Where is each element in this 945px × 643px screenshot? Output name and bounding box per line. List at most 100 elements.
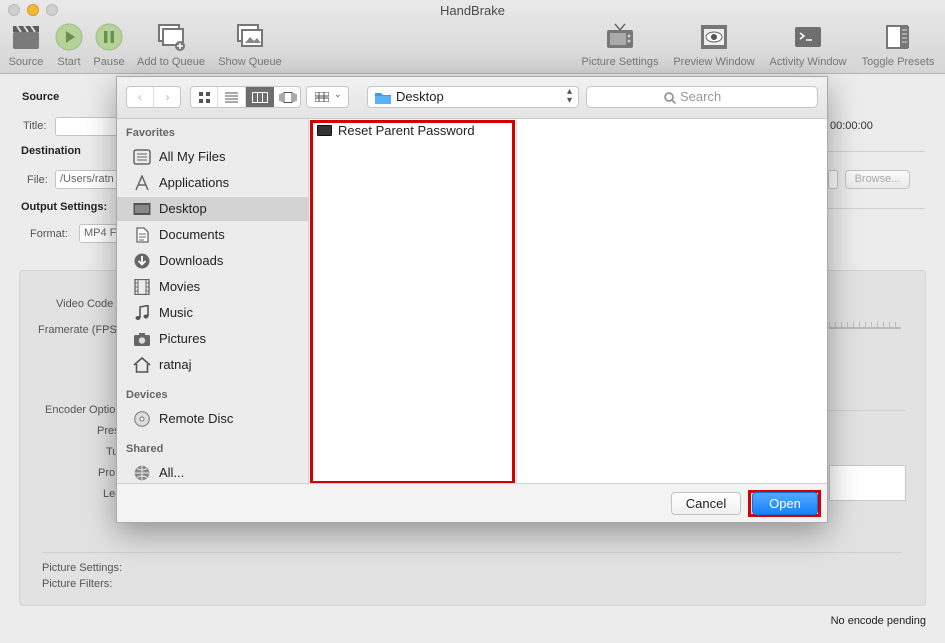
tv-icon (605, 22, 635, 52)
chevron-left-icon: ‹ (138, 90, 142, 104)
framerate-label: Framerate (FPS (38, 324, 117, 336)
sidebar-item-downloads[interactable]: Downloads (117, 249, 308, 273)
encoder-options-label: Encoder Optio (45, 404, 116, 416)
network-globe-icon (134, 465, 150, 481)
icon-view-button[interactable] (191, 87, 218, 107)
sidebar-item-desktop[interactable]: Desktop (117, 197, 308, 221)
eye-film-icon (699, 22, 729, 52)
sidebar-item-label: Documents (159, 227, 225, 242)
window-title: HandBrake (439, 3, 506, 18)
file-browser-column: Reset Parent Password (309, 119, 827, 484)
back-button[interactable]: ‹ (127, 87, 154, 107)
location-label: Desktop (396, 89, 444, 104)
show-queue-button[interactable]: Show Queue (215, 22, 285, 68)
sidebar-item-label: All... (159, 465, 185, 480)
start-button[interactable]: Start (54, 22, 84, 68)
duration-value: 00:00:00 (830, 120, 873, 132)
sidebar-item-label: Music (159, 305, 193, 320)
summary-separator (42, 552, 902, 553)
video-codec-label: Video Code (56, 298, 114, 310)
activity-window-label: Activity Window (769, 56, 847, 68)
show-queue-icon (235, 22, 265, 52)
preview-window-button[interactable]: Preview Window (669, 22, 759, 68)
sidebar-item-label: Downloads (159, 253, 224, 268)
list-icon (225, 92, 238, 103)
title-popup[interactable] (55, 117, 125, 136)
sidebar-item-applications[interactable]: Applications (117, 171, 308, 195)
arrange-grid-icon (315, 92, 329, 102)
show-queue-label: Show Queue (218, 56, 282, 68)
preview-window-label: Preview Window (673, 56, 755, 68)
dialog-sidebar: Favorites All My Files Applications Desk… (117, 119, 309, 483)
sidebar-item-label: Remote Disc (159, 411, 234, 426)
sidebar-item-movies[interactable]: Movies (117, 275, 308, 299)
toggle-presets-button[interactable]: Toggle Presets (857, 22, 939, 68)
sidebar-item-music[interactable]: Music (117, 301, 308, 325)
sidebar-item-home[interactable]: ratnaj (117, 353, 308, 377)
sidebar-item-documents[interactable]: Documents (117, 223, 308, 247)
desktop-icon (133, 203, 151, 215)
open-button[interactable]: Open (752, 492, 818, 515)
output-separator (828, 208, 925, 209)
applications-icon (135, 175, 149, 191)
format-label: Format: (30, 228, 68, 240)
level-label: Le (103, 488, 116, 500)
forward-button[interactable]: › (154, 87, 181, 107)
sidebar-item-label: All My Files (159, 149, 226, 164)
quality-slider[interactable] (829, 315, 901, 329)
arrange-button[interactable]: ⌄ (306, 86, 349, 108)
back-forward-control: ‹ › (126, 86, 181, 108)
window-toolbar: HandBrake Source Start Pause Add to Queu… (0, 0, 945, 74)
title-label: Title: (23, 120, 47, 132)
music-note-icon (135, 305, 149, 320)
grid-icon (198, 92, 210, 103)
destination-header: Destination (21, 145, 81, 157)
destination-file-field[interactable]: /Users/ratn (55, 170, 125, 189)
add-to-queue-button[interactable]: Add to Queue (133, 22, 209, 68)
chevron-right-icon: › (165, 90, 170, 104)
columns-icon (252, 92, 268, 103)
sidebar-item-all-shared[interactable]: All... (117, 461, 308, 485)
location-popup[interactable]: Desktop ▴ ▾ (367, 86, 579, 108)
view-mode-control (190, 86, 301, 108)
picture-settings-summary-label: Picture Settings: (42, 562, 123, 574)
terminal-icon (793, 22, 823, 52)
destination-field-end[interactable] (828, 170, 838, 189)
coverflow-view-button[interactable] (274, 87, 300, 107)
pause-button[interactable]: Pause (92, 22, 126, 68)
sidebar-item-label: Pictures (159, 331, 206, 346)
open-file-dialog: ‹ › ⌄ Desktop ▴ ▾ Search Favorites All M… (116, 76, 828, 523)
source-label: Source (8, 56, 44, 68)
source-button[interactable]: Source (6, 22, 46, 68)
column-view-button[interactable] (246, 87, 274, 107)
browse-button[interactable]: Browse... (845, 170, 910, 189)
sidebar-item-remote-disc[interactable]: Remote Disc (117, 407, 308, 431)
home-icon (133, 357, 151, 373)
pause-label: Pause (93, 56, 125, 68)
toggle-presets-label: Toggle Presets (861, 56, 935, 68)
clapperboard-icon (11, 22, 41, 52)
folder-icon (375, 93, 391, 104)
list-view-button[interactable] (218, 87, 246, 107)
download-icon (134, 253, 150, 269)
picture-settings-button[interactable]: Picture Settings (577, 22, 663, 68)
output-settings-header: Output Settings: (21, 201, 108, 213)
devices-header: Devices (126, 389, 168, 401)
picture-settings-label: Picture Settings (581, 56, 659, 68)
shared-header: Shared (126, 443, 164, 455)
file-label: File: (27, 174, 48, 186)
add-to-queue-label: Add to Queue (137, 56, 205, 68)
activity-window-button[interactable]: Activity Window (765, 22, 851, 68)
document-icon (136, 227, 149, 243)
sidebar-item-pictures[interactable]: Pictures (117, 327, 308, 351)
destination-separator (828, 151, 925, 152)
encoder-separator (829, 410, 906, 411)
advanced-options-field[interactable] (829, 465, 906, 501)
dialog-toolbar: ‹ › ⌄ Desktop ▴ ▾ Search (117, 77, 827, 119)
start-label: Start (57, 56, 81, 68)
chevron-down-icon: ⌄ (334, 89, 342, 99)
sidebar-item-label: Applications (159, 175, 230, 190)
cancel-button[interactable]: Cancel (671, 492, 741, 515)
sidebar-item-all-my-files[interactable]: All My Files (117, 145, 308, 169)
search-input[interactable]: Search (586, 86, 818, 108)
